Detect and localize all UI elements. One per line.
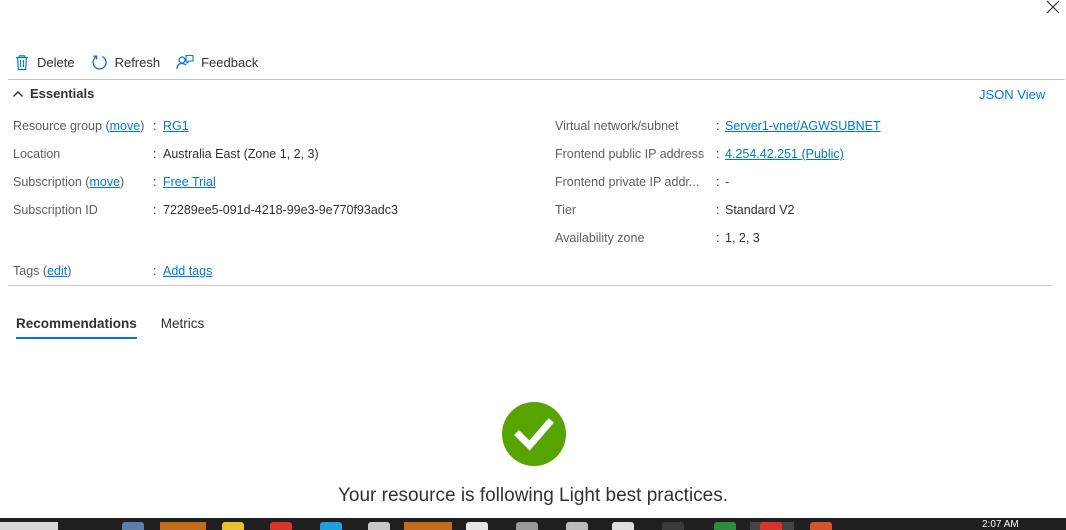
taskbar-folder-icon[interactable]	[222, 522, 244, 530]
private-ip-label: Frontend private IP addr...	[555, 175, 700, 189]
taskbar-app-icon[interactable]	[270, 522, 292, 530]
start-search-icon[interactable]	[0, 522, 58, 530]
taskbar-app-icon[interactable]	[122, 522, 144, 530]
availability-zone-value: 1, 2, 3	[725, 231, 760, 245]
essentials-divider	[8, 285, 1052, 286]
public-ip-label: Frontend public IP address	[555, 147, 705, 161]
taskbar-app-icon[interactable]	[810, 522, 832, 530]
taskbar-app-icon[interactable]	[466, 522, 488, 530]
vnet-value-link[interactable]: Server1-vnet/AGWSUBNET	[725, 119, 881, 133]
taskbar-app-icon[interactable]	[760, 522, 782, 530]
taskbar-active-app-icon[interactable]	[160, 522, 206, 530]
close-icon[interactable]	[1044, 0, 1062, 16]
availability-zone-label: Availability zone	[555, 231, 645, 245]
tags-edit-link[interactable]: edit	[47, 264, 67, 278]
subscription-value-link[interactable]: Free Trial	[163, 175, 216, 189]
location-label: Location	[13, 147, 61, 161]
taskbar-active-app-icon[interactable]	[404, 522, 452, 530]
tier-label: Tier	[555, 203, 577, 217]
tab-bar: Recommendations Metrics	[16, 316, 228, 339]
feedback-button[interactable]: Feedback	[176, 54, 258, 71]
location-value: Australia East (Zone 1, 2, 3)	[163, 147, 319, 161]
tags-label: Tags	[13, 264, 40, 278]
resource-group-label-row: Resource group (move)	[13, 119, 145, 133]
taskbar-clock: 2:07 AM	[982, 519, 1019, 530]
subscription-move-link[interactable]: move	[89, 175, 120, 189]
chevron-up-icon	[13, 90, 23, 97]
essentials-toggle[interactable]: Essentials	[12, 86, 94, 101]
refresh-icon	[92, 55, 107, 70]
private-ip-value: -	[725, 175, 730, 189]
tab-recommendations[interactable]: Recommendations	[16, 316, 137, 339]
resource-group-move-link[interactable]: move	[110, 119, 141, 133]
delete-label: Delete	[37, 54, 75, 70]
json-view-link[interactable]: JSON View	[979, 87, 1045, 102]
essentials-title: Essentials	[30, 86, 95, 101]
taskbar-app-icon[interactable]	[612, 522, 634, 530]
vnet-label: Virtual network/subnet	[555, 119, 679, 133]
subscription-id-value: 72289ee5-091d-4218-99e3-9e770f93adc3	[163, 203, 398, 217]
taskbar-app-icon[interactable]	[320, 522, 342, 530]
resource-group-label: Resource group	[13, 119, 102, 133]
refresh-label: Refresh	[114, 54, 161, 70]
command-bar: Delete Refresh Feedback	[14, 50, 274, 74]
toolbar-divider	[8, 79, 1065, 80]
feedback-label: Feedback	[201, 54, 259, 70]
resource-group-value-link[interactable]: RG1	[163, 119, 189, 133]
taskbar-app-icon[interactable]	[368, 522, 390, 530]
public-ip-value-link[interactable]: 4.254.42.251 (Public)	[725, 147, 844, 161]
subscription-label-row: Subscription (move)	[13, 175, 125, 189]
check-circle-icon	[502, 402, 566, 466]
feedback-icon	[176, 54, 194, 69]
taskbar-app-icon[interactable]	[516, 522, 538, 530]
tags-label-row: Tags (edit)	[13, 264, 72, 278]
best-practices-message: Your resource is following Light best pr…	[337, 485, 729, 506]
subscription-id-label: Subscription ID	[13, 203, 98, 217]
tab-metrics[interactable]: Metrics	[161, 316, 205, 339]
add-tags-link[interactable]: Add tags	[163, 264, 212, 278]
refresh-button[interactable]: Refresh	[91, 54, 161, 71]
taskbar-app-icon[interactable]	[714, 522, 736, 530]
delete-button[interactable]: Delete	[14, 54, 75, 71]
tier-value: Standard V2	[725, 203, 795, 217]
subscription-label: Subscription	[13, 175, 82, 189]
taskbar-app-icon[interactable]	[566, 522, 588, 530]
taskbar-app-icon[interactable]	[662, 522, 684, 530]
trash-icon	[16, 54, 28, 70]
